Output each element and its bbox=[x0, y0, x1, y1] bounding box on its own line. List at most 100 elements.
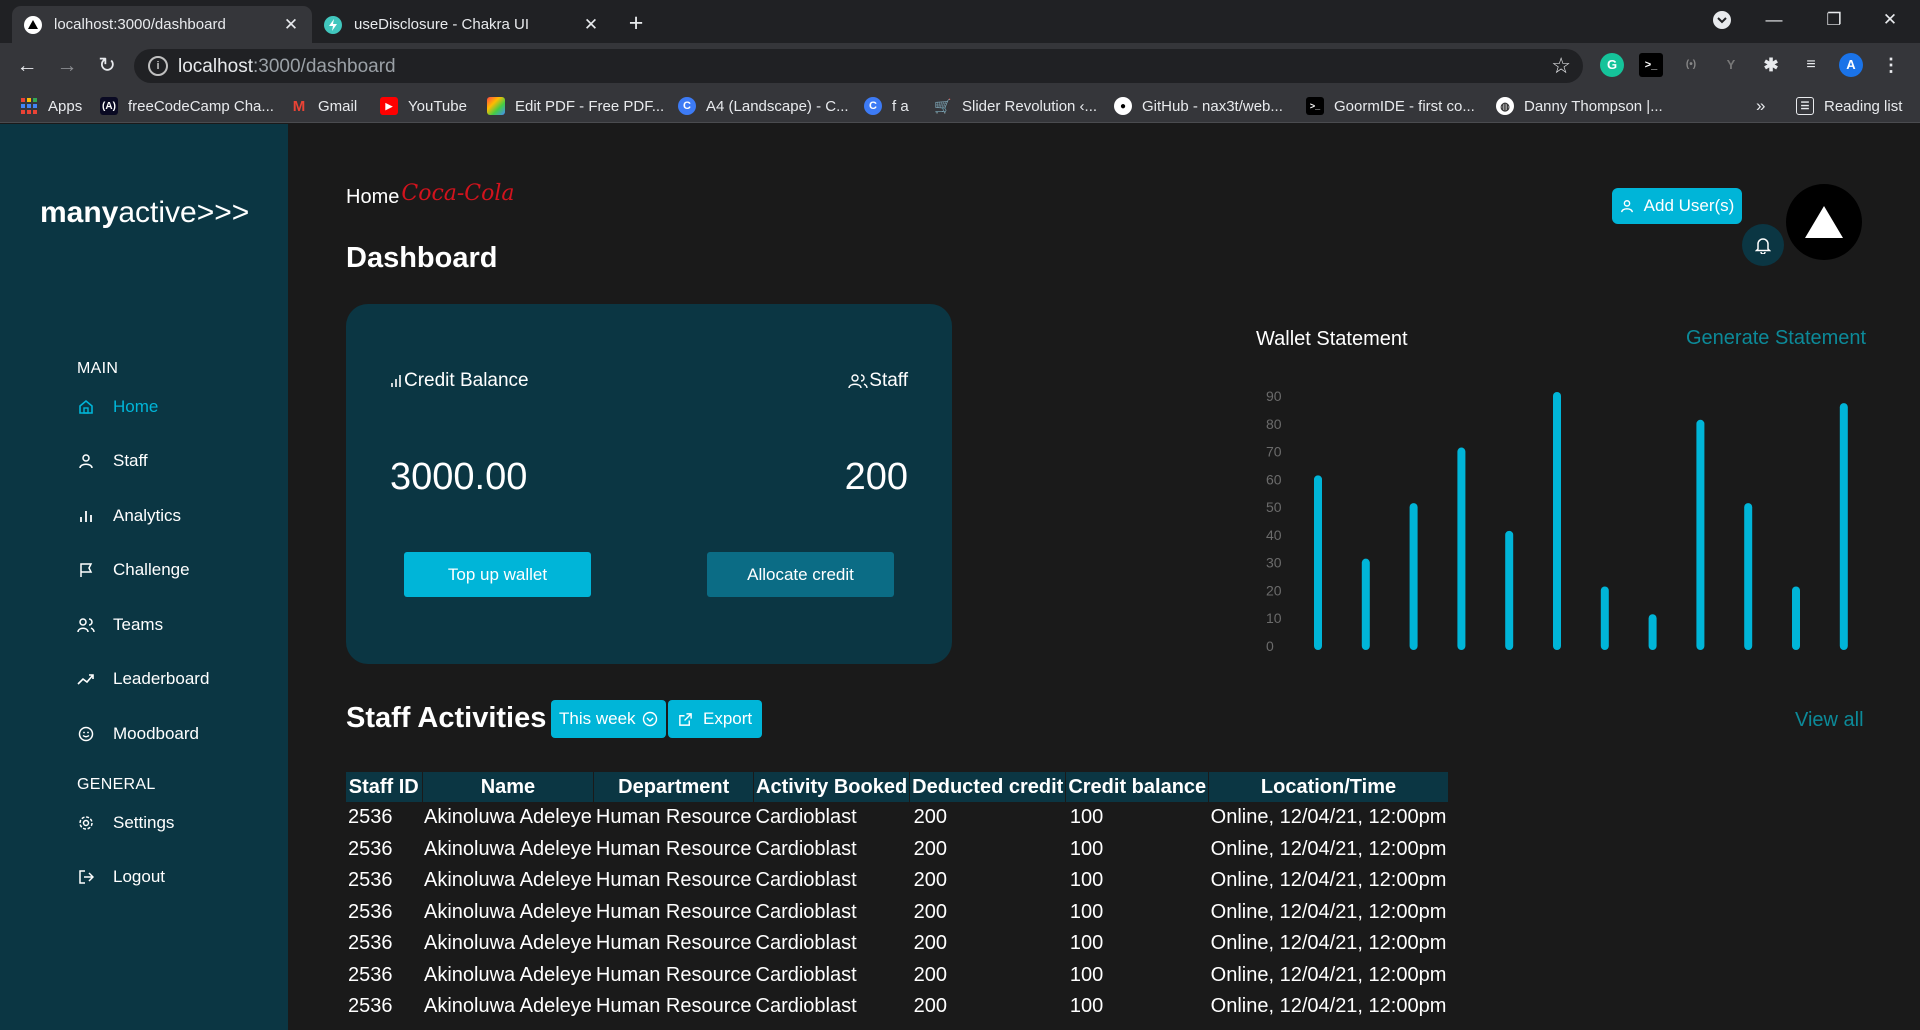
bookmark-apps[interactable]: Apps bbox=[20, 95, 82, 117]
column-header[interactable]: Deducted credit bbox=[909, 772, 1067, 802]
bookmark-fa[interactable]: Cf a bbox=[864, 95, 909, 117]
sidebar-item-logout[interactable]: Logout bbox=[77, 864, 165, 890]
freecodecamp-icon: (A) bbox=[100, 97, 118, 115]
bookmark-danny-thompson[interactable]: ◍ Danny Thompson |... bbox=[1496, 95, 1663, 117]
x-tick-label: Mar bbox=[1402, 661, 1426, 664]
close-window-icon[interactable]: ✕ bbox=[1876, 8, 1904, 32]
sidebar-item-challenge[interactable]: Challenge bbox=[77, 557, 190, 583]
credit-balance-cell: 100 bbox=[1069, 995, 1104, 1018]
reading-list-button[interactable]: ☰ Reading list bbox=[1796, 95, 1902, 117]
profile-avatar[interactable]: A bbox=[1839, 53, 1863, 77]
activity-cell: Cardioblast bbox=[755, 932, 857, 955]
sidebar-item-settings[interactable]: Settings bbox=[77, 810, 174, 836]
site-info-icon[interactable]: i bbox=[148, 56, 168, 76]
restore-icon[interactable]: ❐ bbox=[1820, 8, 1848, 32]
sidebar-item-analytics[interactable]: Analytics bbox=[77, 503, 181, 529]
close-tab-icon[interactable]: ✕ bbox=[582, 15, 600, 34]
sidebar-item-teams[interactable]: Teams bbox=[77, 612, 163, 638]
address-bar[interactable]: i localhost:3000/dashboard ☆ bbox=[134, 49, 1583, 83]
staff-id-cell: 2536 bbox=[348, 806, 393, 829]
bar-chart-icon bbox=[77, 507, 95, 525]
close-tab-icon[interactable]: ✕ bbox=[282, 15, 300, 34]
name-cell: Akinoluwa Adeleye bbox=[424, 995, 592, 1018]
bookmark-star-icon[interactable]: ☆ bbox=[1551, 53, 1571, 79]
deducted-credit-cell: 200 bbox=[913, 900, 948, 923]
table-row[interactable]: 2536 Akinoluwa Adeleye Human Resource Cardi… bbox=[346, 802, 1448, 834]
credit-summary-card: Credit Balance Staff 3000.00 200 Top up … bbox=[346, 304, 952, 664]
table-row[interactable]: 2536 Akinoluwa Adeleye Human Resource Cardi… bbox=[346, 960, 1448, 992]
allocate-credit-button[interactable]: Allocate credit bbox=[707, 552, 894, 597]
extension-icon[interactable]: Y bbox=[1719, 53, 1743, 77]
y-tick-label: 40 bbox=[1266, 527, 1282, 543]
minimize-icon[interactable]: — bbox=[1760, 8, 1788, 32]
sidebar: manyactive>>> MAIN Home Staff Analytics … bbox=[0, 124, 288, 1030]
view-all-link[interactable]: View all bbox=[1795, 709, 1864, 732]
sidebar-item-leaderboard[interactable]: Leaderboard bbox=[77, 666, 209, 692]
chevron-circle-icon bbox=[642, 711, 658, 727]
sidebar-item-moodboard[interactable]: Moodboard bbox=[77, 721, 199, 747]
tab-dashboard[interactable]: localhost:3000/dashboard ✕ bbox=[12, 6, 312, 43]
table-row[interactable]: 2536 Akinoluwa Adeleye Human Resource Cardi… bbox=[346, 928, 1448, 960]
terminal-extension-icon[interactable]: >_ bbox=[1639, 53, 1663, 77]
notifications-button[interactable] bbox=[1742, 224, 1784, 266]
table-row[interactable]: 2536 Akinoluwa Adeleye Human Resource Cardi… bbox=[346, 834, 1448, 866]
bookmark-edit-pdf[interactable]: Edit PDF - Free PDF... bbox=[487, 95, 664, 117]
name-cell: Akinoluwa Adeleye bbox=[424, 900, 592, 923]
grammarly-icon[interactable]: G bbox=[1600, 53, 1624, 77]
globe-icon: ◍ bbox=[1496, 97, 1514, 115]
export-button[interactable]: Export bbox=[668, 700, 763, 738]
tab-search-icon[interactable] bbox=[1708, 10, 1736, 34]
browser-menu-icon[interactable]: ⋮ bbox=[1879, 53, 1903, 77]
bookmark-freecodecamp[interactable]: (A) freeCodeCamp Cha... bbox=[100, 95, 274, 117]
name-cell: Akinoluwa Adeleye bbox=[424, 806, 592, 829]
broadcast-extension-icon[interactable]: (•) bbox=[1679, 53, 1703, 77]
user-icon bbox=[77, 452, 95, 470]
bookmarks-bar: Apps (A) freeCodeCamp Cha... M Gmail ▶ YouT… bbox=[0, 88, 1920, 123]
staff-id-cell: 2536 bbox=[348, 837, 393, 860]
activity-cell: Cardioblast bbox=[755, 995, 857, 1018]
column-header[interactable]: Location/Time bbox=[1208, 772, 1449, 802]
table-row[interactable]: 2536 Akinoluwa Adeleye Human Resource Cardi… bbox=[346, 991, 1448, 1023]
column-header[interactable]: Activity Booked bbox=[753, 772, 911, 802]
breadcrumb: Home Coca-Cola bbox=[346, 181, 515, 209]
name-cell: Akinoluwa Adeleye bbox=[424, 837, 592, 860]
reload-icon[interactable]: ↻ bbox=[94, 53, 120, 79]
bookmark-goormide[interactable]: >_ GoormIDE - first co... bbox=[1306, 95, 1475, 117]
column-header[interactable]: Credit balance bbox=[1065, 772, 1210, 802]
this-week-filter[interactable]: This week bbox=[551, 700, 666, 738]
table-row[interactable]: 2536 Akinoluwa Adeleye Human Resource Cardi… bbox=[346, 865, 1448, 897]
breadcrumb-home[interactable]: Home bbox=[346, 186, 399, 209]
deducted-credit-cell: 200 bbox=[913, 932, 948, 955]
activity-cell: Cardioblast bbox=[755, 806, 857, 829]
bookmark-youtube[interactable]: ▶ YouTube bbox=[380, 95, 467, 117]
bookmark-slider-revolution[interactable]: 🛒 Slider Revolution ‹... bbox=[934, 95, 1097, 117]
sidebar-item-home[interactable]: Home bbox=[77, 394, 158, 420]
column-header[interactable]: Name bbox=[422, 772, 595, 802]
tab-chakra[interactable]: useDisclosure - Chakra UI ✕ bbox=[312, 6, 612, 43]
bookmarks-overflow-icon[interactable]: » bbox=[1756, 95, 1765, 117]
x-tick-label: Dec bbox=[1831, 661, 1856, 664]
department-cell: Human Resource bbox=[595, 900, 752, 923]
back-icon[interactable]: ← bbox=[14, 53, 40, 79]
app-logo[interactable]: manyactive>>> bbox=[40, 196, 249, 230]
x-tick-label: Oct bbox=[1737, 661, 1759, 664]
generate-statement-link[interactable]: Generate Statement bbox=[1686, 327, 1866, 350]
bookmark-a4-landscape[interactable]: C A4 (Landscape) - C... bbox=[678, 95, 849, 117]
sidebar-item-staff[interactable]: Staff bbox=[77, 448, 148, 474]
column-header[interactable]: Staff ID bbox=[346, 772, 423, 802]
deducted-credit-cell: 200 bbox=[913, 963, 948, 986]
add-users-button[interactable]: Add User(s) bbox=[1612, 188, 1742, 224]
forward-icon[interactable]: → bbox=[54, 53, 80, 79]
top-up-wallet-button[interactable]: Top up wallet bbox=[404, 552, 591, 597]
staff-id-cell: 2536 bbox=[348, 932, 393, 955]
media-control-icon[interactable]: ≡ bbox=[1799, 53, 1823, 77]
deducted-credit-cell: 200 bbox=[913, 869, 948, 892]
user-avatar[interactable] bbox=[1786, 184, 1862, 260]
bookmark-gmail[interactable]: M Gmail bbox=[290, 95, 357, 117]
table-row[interactable]: 2536 Akinoluwa Adeleye Human Resource Cardi… bbox=[346, 897, 1448, 929]
column-header[interactable]: Department bbox=[593, 772, 755, 802]
bookmark-github[interactable]: ● GitHub - nax3t/web... bbox=[1114, 95, 1283, 117]
credit-balance-cell: 100 bbox=[1069, 806, 1104, 829]
puzzle-extensions-icon[interactable]: ✱ bbox=[1759, 53, 1783, 77]
new-tab-button[interactable]: + bbox=[623, 10, 649, 36]
